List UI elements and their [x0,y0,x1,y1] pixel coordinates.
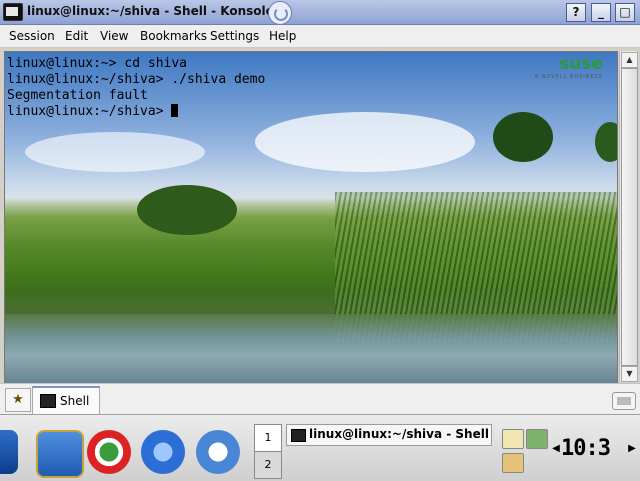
terminal-line: linux@linux:~> cd shiva [7,56,188,71]
scrollbar-thumb[interactable] [621,68,638,366]
kde-menu-icon[interactable] [0,430,18,474]
suse-logo-icon [268,1,292,25]
menu-settings[interactable]: Settings [210,29,259,43]
new-session-button[interactable]: ★ [5,388,31,412]
minimize-button[interactable]: _ [591,3,611,22]
pager-desktop-1[interactable]: 1 [254,424,282,452]
window-titlebar[interactable]: linux@linux:~/shiva - Shell - Konsole ? … [0,0,640,25]
window-title: linux@linux:~/shiva - Shell - Konsole [27,4,274,18]
background-tree [595,122,617,162]
suse-logo-word: suse [559,54,603,74]
kontact-mail-icon[interactable] [196,430,240,474]
menu-session[interactable]: Session [9,29,55,43]
right-arrow-icon[interactable]: ▶ [626,435,638,463]
tab-label: Shell [60,394,90,408]
background-lake [5,314,617,383]
clock[interactable]: 10:3 [561,435,613,463]
terminal-icon [291,429,306,442]
terminal-line: linux@linux:~/shiva> ./shiva demo [7,72,266,87]
kicker-taskbar: 1 2 linux@linux:~/shiva - Shell - K ◀ 10… [0,414,640,481]
terminal-area[interactable]: suse A NOVELL BUSINESS linux@linux:~> cd… [4,51,618,384]
terminal-line: Segmentation fault [7,88,148,103]
menu-view[interactable]: View [100,29,128,43]
menubar: Session Edit View Bookmarks Settings Hel… [0,25,640,48]
menu-help[interactable]: Help [269,29,296,43]
pager-desktop-2[interactable]: 2 [254,451,282,479]
menu-bookmarks[interactable]: Bookmarks [140,29,207,43]
session-tabbar: ★ Shell [0,383,640,415]
background-cloud [25,132,205,172]
background-bush [137,185,237,235]
terminal-prompt-line: linux@linux:~/shiva> [7,104,265,120]
terminal-output: linux@linux:~> cd shiva linux@linux:~/shi… [7,56,265,120]
yast-lifesaver-icon[interactable] [87,430,131,474]
close-session-button[interactable] [612,392,636,410]
scroll-down-button[interactable]: ▼ [621,366,638,382]
klipper-tray-icon[interactable] [502,429,524,449]
update-tray-icon[interactable] [502,453,524,473]
maximize-button[interactable]: □ [615,3,635,22]
background-cloud [255,112,475,172]
terminal-scrollbar[interactable]: ▲ ▼ [619,51,638,382]
terminal-icon [40,394,56,408]
tab-shell[interactable]: Shell [32,386,100,415]
suse-background-logo: suse A NOVELL BUSINESS [503,54,603,88]
konsole-app-icon[interactable] [3,3,23,21]
text-cursor [171,104,179,117]
scroll-up-button[interactable]: ▲ [621,52,638,68]
taskbar-task-konsole[interactable]: linux@linux:~/shiva - Shell - K [286,424,492,446]
task-label: linux@linux:~/shiva - Shell - K [309,427,492,441]
network-tray-icon[interactable] [526,429,548,449]
home-folder-icon[interactable] [36,430,84,478]
suse-logo-tagline: A NOVELL BUSINESS [534,74,603,80]
help-button[interactable]: ? [566,3,586,22]
background-tree [493,112,553,162]
menu-edit[interactable]: Edit [65,29,88,43]
terminal-prompt: linux@linux:~/shiva> [7,104,172,119]
konqueror-browser-icon[interactable] [141,430,185,474]
